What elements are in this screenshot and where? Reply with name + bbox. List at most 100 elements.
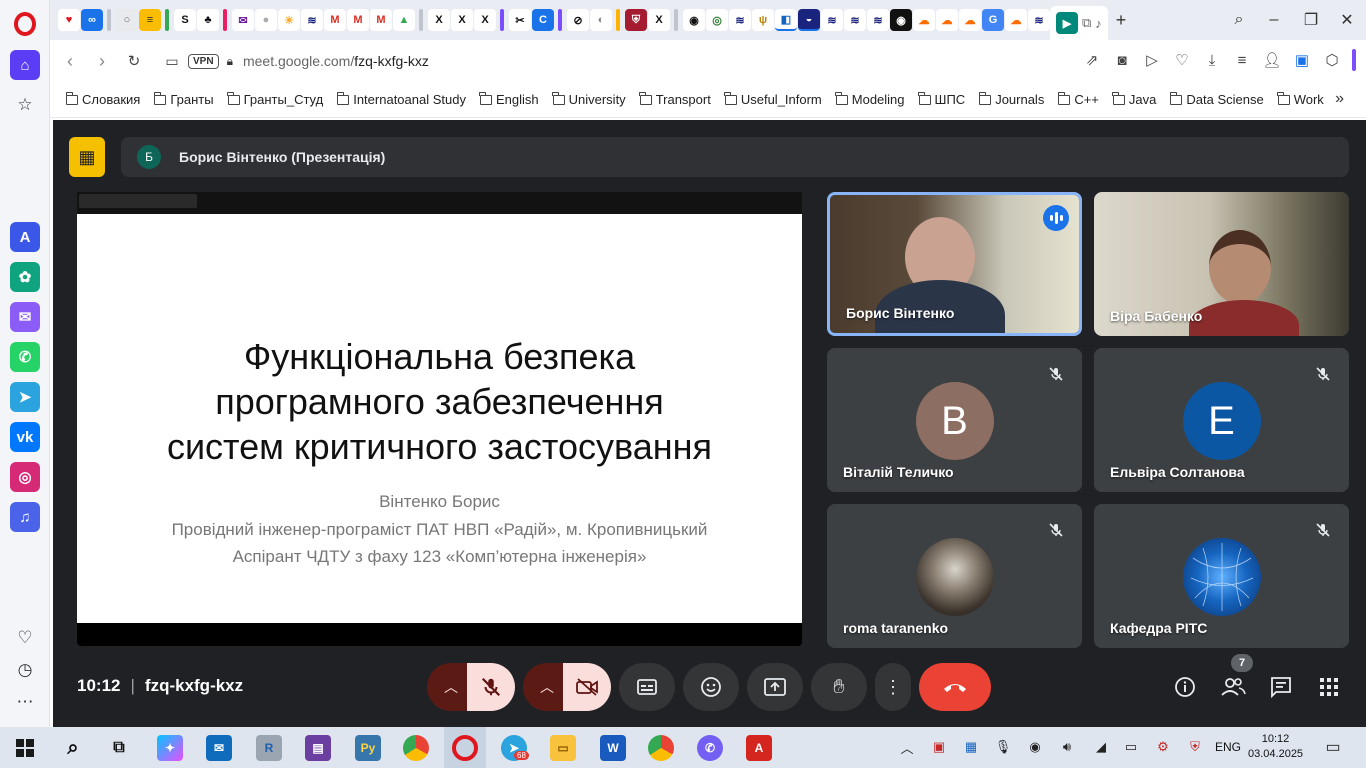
tab-favicon[interactable]: ◧ [775,9,797,31]
tray-app-icon[interactable]: ▣ [930,738,948,756]
windows-start-icon[interactable] [12,735,38,761]
opera-app-icon[interactable] [452,735,478,761]
drive-tab-icon[interactable]: ▲ [393,9,415,31]
whatsapp-icon[interactable]: ✆ [10,342,40,372]
extension-icon[interactable]: ▣ [1292,48,1312,72]
tab-audio-icon[interactable]: ♪ [1095,16,1102,31]
mail-app-icon[interactable]: ✉ [206,735,232,761]
download-icon[interactable]: ⤓ [1202,48,1222,72]
file-explorer-icon[interactable]: ▭ [550,735,576,761]
tab-favicon[interactable]: ≋ [1028,9,1050,31]
people-button[interactable] [1219,673,1247,701]
camera-icon[interactable]: ▭ [156,45,188,77]
tab-search-icon[interactable]: ⌕ [1226,8,1252,32]
network-icon[interactable]: ◢ [1092,738,1110,756]
instagram-icon[interactable]: ◎ [10,462,40,492]
participant-tile[interactable]: Борис Вінтенко [827,192,1082,336]
tab-favicon[interactable]: ○ [116,9,138,31]
bookmark-folder[interactable]: Work [1277,91,1324,107]
onedrive-tab-icon[interactable]: ☁ [959,9,981,31]
meeting-details-button[interactable] [1171,673,1199,701]
participant-tile[interactable]: В Віталій Теличко [827,348,1082,492]
tab-favicon[interactable]: C [532,9,554,31]
history-clock-icon[interactable]: ◷ [10,658,40,682]
system-clock[interactable]: 10:12 03.04.2025 [1248,732,1303,762]
gmail-tab-icon[interactable]: M [324,9,346,31]
participant-tile[interactable]: E Ельвіра Солтанова [1094,348,1349,492]
tab-favicon[interactable]: S [174,9,196,31]
bookmark-folder[interactable]: Гранты_Студ [227,91,323,107]
chat-button[interactable] [1267,673,1295,701]
url-field[interactable]: meet.google.com/fzq-kxfg-kxz [243,53,429,69]
bookmark-folder[interactable]: Transport [639,91,711,107]
captions-button[interactable] [619,663,675,711]
bookmarks-overflow-chevron-icon[interactable]: » [1335,90,1344,108]
tab-favicon[interactable]: ● [255,9,277,31]
back-button[interactable]: ‹ [54,45,86,77]
onedrive-tab-icon[interactable]: ☁ [1005,9,1027,31]
tray-app-icon[interactable]: ⚙ [1154,738,1172,756]
profile-icon[interactable]: 👤︎ [1262,48,1282,72]
vpn-badge[interactable]: VPN [188,53,219,69]
gmail-tab-icon[interactable]: M [347,9,369,31]
vk-icon[interactable]: vk [10,422,40,452]
easy-setup-icon[interactable]: ≡ [1232,48,1252,72]
new-tab-button[interactable]: + [1116,10,1127,31]
bookmark-folder[interactable]: Useful_Inform [724,91,822,107]
chrome-profile-app-icon[interactable] [648,735,674,761]
tab-favicon[interactable]: ◉ [890,9,912,31]
microphone-toggle-button[interactable] [467,663,515,711]
tab-google-meet-active[interactable]: ▶ ⧉ ♪ [1050,6,1108,40]
camera-toggle-button[interactable] [563,663,611,711]
bookmark-folder[interactable]: Гранты [153,91,214,107]
gmail-tab-icon[interactable]: M [370,9,392,31]
tab-favicon[interactable]: ⊘ [567,9,589,31]
bookmark-folder[interactable]: Journals [978,91,1044,107]
viber-app-icon[interactable]: ✆ [697,735,723,761]
leave-call-button[interactable] [919,663,991,711]
word-app-icon[interactable]: W [600,735,626,761]
chatgpt-icon[interactable]: ✿ [10,262,40,292]
tab-favicon[interactable]: ◒ [798,9,820,31]
acrobat-app-icon[interactable]: A [746,735,772,761]
cube-extensions-icon[interactable]: ⬡ [1322,48,1342,72]
task-view-icon[interactable]: ⧉ [106,735,132,761]
github-tab-icon[interactable]: ◉ [683,9,705,31]
minimize-button[interactable]: – [1261,8,1287,32]
maximize-button[interactable]: ❐ [1298,8,1324,32]
participant-tile[interactable]: roma taranenko [827,504,1082,648]
bookmark-folder[interactable]: Java [1112,91,1156,107]
aria-icon[interactable]: A [10,222,40,252]
bookmark-folder[interactable]: Data Sciense [1169,91,1264,107]
tab-favicon[interactable]: ≋ [729,9,751,31]
bookmark-folder[interactable]: Modeling [835,91,905,107]
tab-favicon[interactable]: ♣ [197,9,219,31]
bookmark-folder[interactable]: Словакия [65,91,140,107]
lock-icon[interactable]: 🔒︎ [227,54,233,69]
tab-favicon[interactable]: ≋ [844,9,866,31]
bookmark-folder[interactable]: University [552,91,626,107]
sidebar-toggle-icon[interactable] [1352,49,1356,71]
tab-favicon[interactable]: ◎ [706,9,728,31]
raise-hand-button[interactable]: ✋︎ [811,663,867,711]
translate-tab-icon[interactable]: G [982,9,1004,31]
favorites-heart-icon[interactable]: ♡ [10,626,40,650]
more-options-button[interactable]: ⋮ [875,663,911,711]
notifications-icon[interactable]: ▭ [1324,738,1342,756]
pinboard-icon[interactable]: ☆ [10,93,40,117]
x-tab-icon[interactable]: X [474,9,496,31]
telegram-icon[interactable]: ➤ [10,382,40,412]
activities-button[interactable] [1315,673,1343,701]
reactions-button[interactable] [683,663,739,711]
tab-favicon[interactable]: ≋ [821,9,843,31]
heart-icon[interactable]: ♡ [1172,48,1192,72]
reload-button[interactable]: ↻ [118,45,150,77]
copilot-icon[interactable]: ✦ [157,735,183,761]
tab-expand-icon[interactable]: ⧉ [1082,15,1091,31]
tray-app-icon[interactable]: ⛨ [1186,738,1204,756]
participant-tile[interactable]: Кафедра РІТС [1094,504,1349,648]
opera-logo-icon[interactable] [14,12,36,36]
music-player-icon[interactable]: ♫ [10,502,40,532]
forward-button[interactable]: › [86,45,118,77]
tab-favicon[interactable]: ✉ [232,9,254,31]
